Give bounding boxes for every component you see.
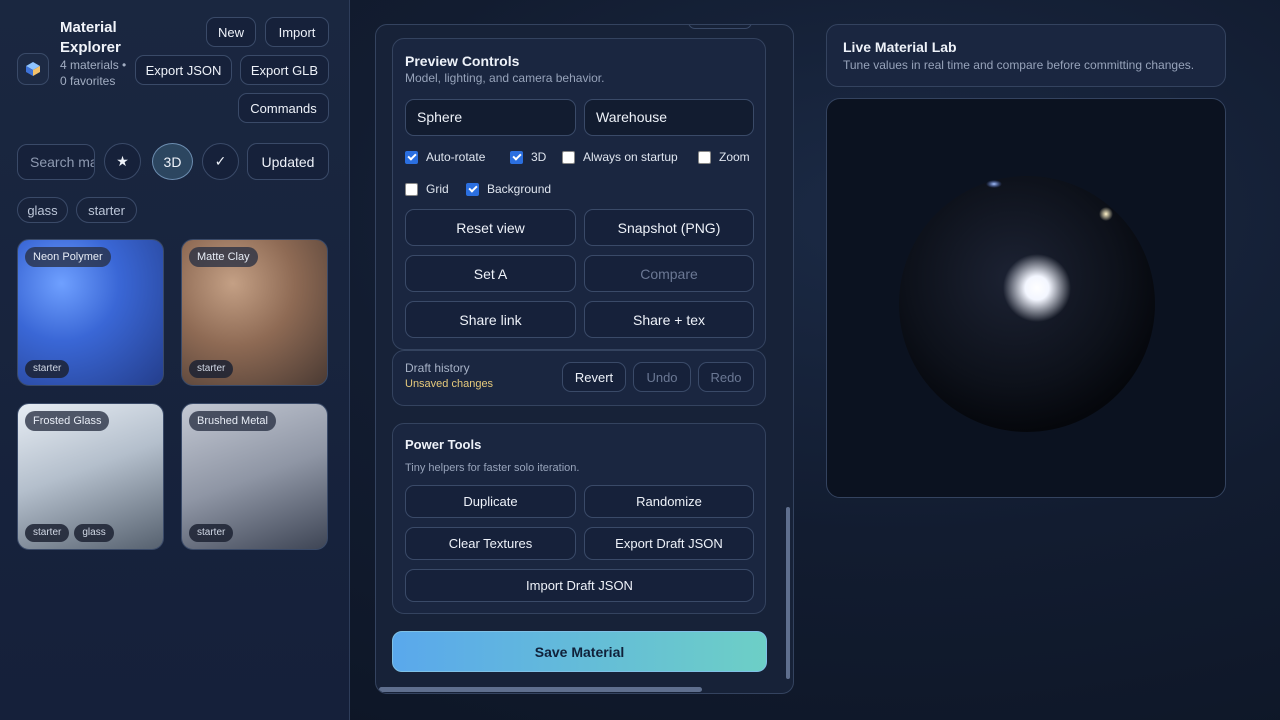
rim-highlight <box>1099 207 1113 221</box>
3d-filter-toggle[interactable]: 3D <box>152 143 193 180</box>
checkbox-label: Grid <box>426 182 449 196</box>
lab-title: Live Material Lab <box>843 39 957 55</box>
horizontal-scrollbar[interactable] <box>379 687 702 692</box>
checkbox-box[interactable] <box>405 182 418 196</box>
power-tools-section: Power Tools Tiny helpers for faster solo… <box>392 423 766 614</box>
checkbox-label: Zoom <box>719 150 750 164</box>
compare-button[interactable]: Compare <box>584 255 754 292</box>
lab-subtitle: Tune values in real time and compare bef… <box>843 58 1195 72</box>
tag-starter[interactable]: starter <box>76 197 137 223</box>
checkbox-label: Background <box>487 182 552 196</box>
reset-view-button[interactable]: Reset view <box>405 209 576 246</box>
search-input[interactable]: Search materials <box>17 144 95 180</box>
commands-button[interactable]: Commands <box>238 93 329 123</box>
export-glb-button[interactable]: Export GLB <box>240 55 329 85</box>
checkbox-box[interactable] <box>562 150 575 164</box>
unsaved-changes-status: Unsaved changes <box>405 378 494 390</box>
cube-logo-icon <box>17 53 49 85</box>
checkbox-label: Auto-rotate <box>426 150 486 164</box>
share-link-button[interactable]: Share link <box>405 301 576 338</box>
export-draft-json-button[interactable]: Export Draft JSON <box>584 527 754 560</box>
draft-history-section: Draft history Unsaved changes Revert Und… <box>392 350 766 406</box>
material-card-brushed-metal[interactable]: Brushed Metal starter <box>181 403 328 550</box>
card-title: Matte Clay <box>189 247 258 267</box>
checkbox-label: 3D <box>531 150 547 164</box>
material-card-neon-polymer[interactable]: Neon Polymer starter <box>17 239 164 386</box>
vertical-scrollbar[interactable] <box>786 507 790 679</box>
editor-panel[interactable]: Preview Controls Model, lighting, and ca… <box>375 24 794 694</box>
lab-header: Live Material Lab Tune values in real ti… <box>826 24 1226 87</box>
section-title: Preview Controls <box>405 53 520 69</box>
card-chip: glass <box>74 524 114 542</box>
model-select[interactable]: Sphere <box>405 99 576 136</box>
tag-glass[interactable]: glass <box>17 197 68 223</box>
card-title: Frosted Glass <box>25 411 110 431</box>
clear-textures-button[interactable]: Clear Textures <box>405 527 576 560</box>
zoom-checkbox[interactable]: Zoom <box>698 150 750 164</box>
draft-history-label: Draft history <box>405 361 470 375</box>
import-button[interactable]: Import <box>265 17 329 47</box>
checkbox-box[interactable] <box>405 150 418 164</box>
card-chip: starter <box>189 524 234 542</box>
background-checkbox[interactable]: Background <box>466 182 551 196</box>
duplicate-button[interactable]: Duplicate <box>405 485 576 518</box>
share-tex-button[interactable]: Share + tex <box>584 301 754 338</box>
section-title: Power Tools <box>405 437 482 452</box>
3d-preview-viewport[interactable] <box>826 98 1226 498</box>
import-draft-json-button[interactable]: Import Draft JSON <box>405 569 754 602</box>
checkbox-box[interactable] <box>466 182 479 196</box>
sphere-preview <box>899 176 1155 432</box>
snapshot-button[interactable]: Snapshot (PNG) <box>584 209 754 246</box>
card-title: Brushed Metal <box>189 411 276 431</box>
rim-highlight-blue <box>986 180 1002 188</box>
undo-button[interactable]: Undo <box>633 362 691 392</box>
checkbox-label: Always on startup <box>583 150 678 164</box>
set-a-button[interactable]: Set A <box>405 255 576 292</box>
favorites-filter-star-icon[interactable]: ★ <box>104 143 141 180</box>
app-title: Material Explorer <box>60 19 121 56</box>
card-chip: starter <box>189 360 234 378</box>
section-subtitle: Tiny helpers for faster solo iteration. <box>405 462 580 474</box>
auto-rotate-checkbox[interactable]: Auto-rotate <box>405 150 485 164</box>
environment-select[interactable]: Warehouse <box>584 99 754 136</box>
clipped-button <box>688 25 752 29</box>
sidebar: Material Explorer 4 materials • 0 favori… <box>0 0 350 720</box>
material-card-matte-clay[interactable]: Matte Clay starter <box>181 239 328 386</box>
revert-button[interactable]: Revert <box>562 362 626 392</box>
save-material-button[interactable]: Save Material <box>392 631 767 672</box>
preview-controls-section: Preview Controls Model, lighting, and ca… <box>392 38 766 350</box>
export-json-button[interactable]: Export JSON <box>135 55 232 85</box>
card-chip: starter <box>25 524 70 542</box>
checkbox-box[interactable] <box>510 150 523 164</box>
card-title: Neon Polymer <box>25 247 111 267</box>
library-stats: 4 materials • 0 favorites <box>60 58 127 88</box>
3d-checkbox[interactable]: 3D <box>510 150 546 164</box>
material-card-frosted-glass[interactable]: Frosted Glass starter glass <box>17 403 164 550</box>
new-button[interactable]: New <box>206 17 256 47</box>
checkmark-filter-icon[interactable]: ✓ <box>202 143 239 180</box>
section-subtitle: Model, lighting, and camera behavior. <box>405 71 605 85</box>
redo-button[interactable]: Redo <box>698 362 754 392</box>
always-on-startup-checkbox[interactable]: Always on startup <box>562 150 678 164</box>
checkbox-box[interactable] <box>698 150 711 164</box>
specular-highlight <box>1003 254 1071 322</box>
sort-select[interactable]: Updated <box>247 143 329 180</box>
grid-checkbox[interactable]: Grid <box>405 182 449 196</box>
randomize-button[interactable]: Randomize <box>584 485 754 518</box>
card-chip: starter <box>25 360 70 378</box>
